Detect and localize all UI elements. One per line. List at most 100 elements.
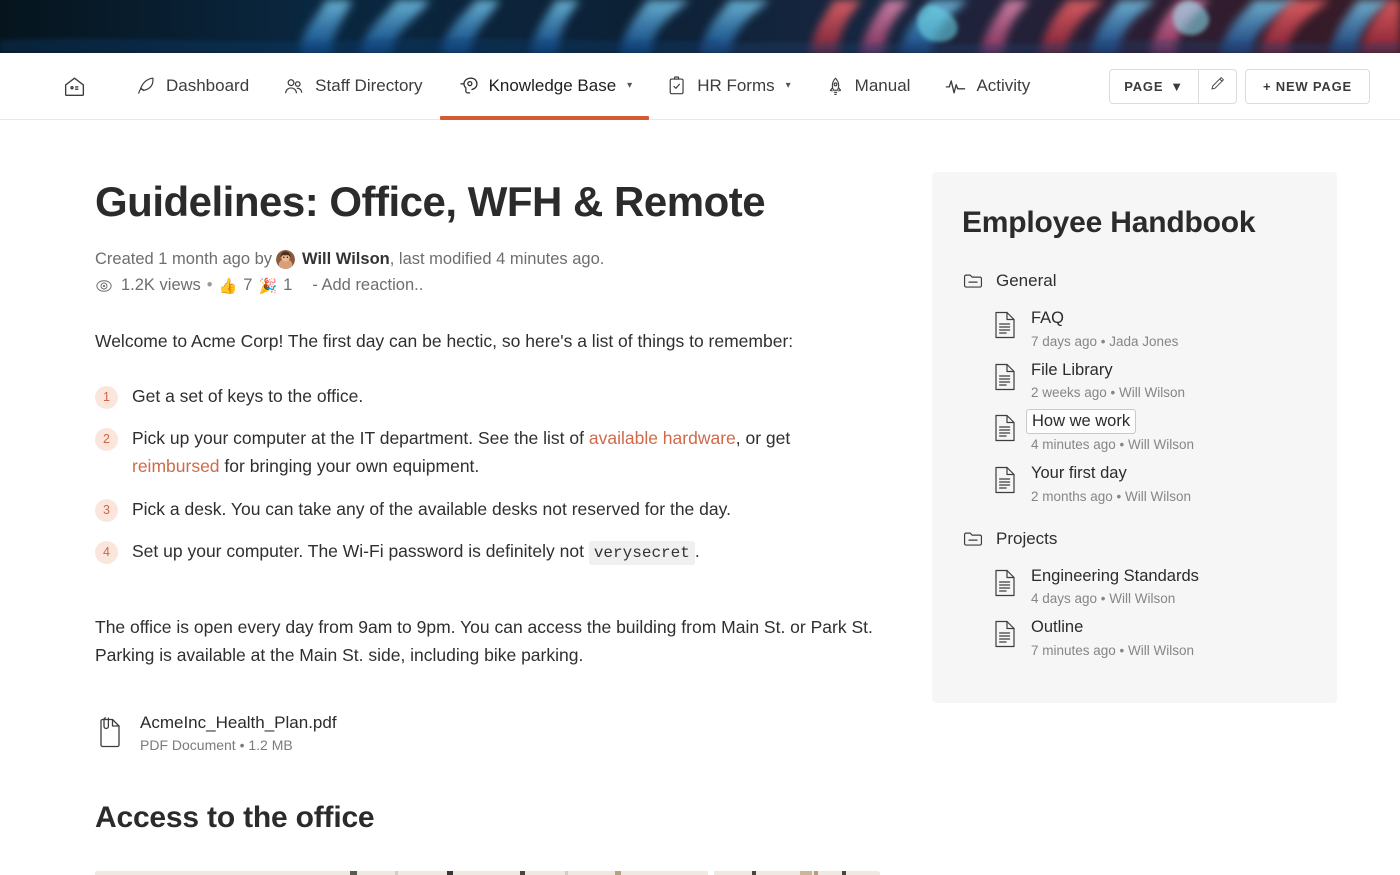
document-info: Outline 7 minutes ago • Will Wilson <box>1031 617 1194 658</box>
folder-label: Projects <box>996 528 1058 548</box>
step-text: Pick up your computer at the IT departme… <box>132 424 877 481</box>
nav-item-manual[interactable]: Manual <box>808 53 928 120</box>
article-stats: 1.2K views • 👍 7 🎉 1 - Add reaction.. <box>95 276 880 295</box>
text-run: Pick up your computer at the IT departme… <box>132 427 589 448</box>
document-name[interactable]: Engineering Standards <box>1031 566 1199 587</box>
page-button-group: PAGE ▼ <box>1109 68 1237 104</box>
page-dropdown-button[interactable]: PAGE ▼ <box>1110 70 1198 103</box>
text-run: for bringing your own equipment. <box>219 456 480 477</box>
document-icon <box>992 568 1018 598</box>
nav-item-activity[interactable]: Activity <box>927 53 1047 120</box>
photo-pendant-lamps-wide[interactable] <box>95 871 708 875</box>
document-row[interactable]: Outline 7 minutes ago • Will Wilson <box>962 617 1305 658</box>
document-info: Engineering Standards 4 days ago • Will W… <box>1031 566 1199 607</box>
step-number-badge: 4 <box>95 540 118 564</box>
author-name[interactable]: Will Wilson <box>302 243 390 275</box>
document-meta: 4 days ago • Will Wilson <box>1031 591 1176 607</box>
inline-code: verysecret <box>588 540 695 565</box>
chevron-down-icon: ▾ <box>627 80 633 91</box>
step-number-badge: 3 <box>95 498 118 522</box>
add-reaction-button[interactable]: - Add reaction.. <box>312 276 423 295</box>
folder-row[interactable]: Projects <box>962 528 1305 550</box>
step-text: Pick a desk. You can take any of the ava… <box>132 495 731 523</box>
clipboard-check-icon <box>666 75 688 97</box>
reaction-party-emoji[interactable]: 🎉 <box>258 277 277 295</box>
attachment-info: AcmeInc_Health_Plan.pdf PDF Document • 1… <box>140 712 337 754</box>
office-hours-paragraph: The office is open every day from 9am to… <box>95 616 873 666</box>
created-prefix: Created 1 month ago by <box>95 250 273 269</box>
document-row[interactable]: File Library 2 weeks ago • Will Wilson <box>962 360 1305 401</box>
attachment-item[interactable]: AcmeInc_Health_Plan.pdf PDF Document • 1… <box>95 712 880 754</box>
document-meta: 2 months ago • Will Wilson <box>1031 488 1192 504</box>
step-number-badge: 1 <box>95 385 118 409</box>
views-eye-icon <box>95 277 113 295</box>
main-navigation-bar: Dashboard Staff Directory Knowledge Base… <box>0 53 1400 120</box>
step-item: 1 Get a set of keys to the office. <box>95 382 880 410</box>
nav-item-knowledge-base[interactable]: Knowledge Base ▾ <box>439 53 650 120</box>
nav-item-home[interactable] <box>62 53 118 120</box>
document-meta: 4 minutes ago • Will Wilson <box>1031 436 1195 452</box>
paperclip-document-icon <box>95 715 125 749</box>
inline-link[interactable]: available hardware <box>589 428 736 448</box>
document-row[interactable]: Engineering Standards 4 days ago • Will W… <box>962 566 1305 607</box>
header-banner-image <box>0 0 1400 53</box>
document-row[interactable]: Your first day 2 months ago • Will Wilson <box>962 463 1305 504</box>
folder-icon <box>962 270 984 292</box>
page-title: Guidelines: Office, WFH & Remote <box>95 178 766 225</box>
sidebar-rail: Employee Handbook General FAQ 7 days ago •… <box>932 120 1337 875</box>
document-name[interactable]: FAQ <box>1031 308 1064 329</box>
folder-icon <box>962 528 984 550</box>
text-run: Pick a desk. You can take any of the ava… <box>132 498 731 519</box>
folder-row[interactable]: General <box>962 270 1305 292</box>
step-text: Set up your computer. The Wi-Fi password… <box>132 537 700 567</box>
article-byline: Created 1 month ago by Will Wilson , las… <box>95 243 880 275</box>
reaction-thumbsup-emoji[interactable]: 👍 <box>219 277 238 295</box>
photo-pendant-lamps-detail[interactable] <box>714 871 880 875</box>
step-text: Get a set of keys to the office. <box>132 382 363 410</box>
photo-gallery <box>95 871 880 875</box>
text-run: . <box>694 540 700 561</box>
rocket-icon <box>825 76 846 97</box>
document-row[interactable]: How we work 4 minutes ago • Will Wilson <box>962 409 1305 452</box>
nav-label-hr-forms: HR Forms <box>697 76 775 95</box>
edit-page-button[interactable] <box>1197 69 1236 103</box>
document-name[interactable]: File Library <box>1031 360 1113 381</box>
inline-link[interactable]: reimbursed <box>132 456 220 476</box>
document-meta: 7 minutes ago • Will Wilson <box>1031 642 1195 658</box>
document-name[interactable]: How we work <box>1026 409 1137 434</box>
separator-dot: • <box>206 276 213 295</box>
quill-pen-icon <box>135 75 157 97</box>
reaction-thumbsup-count: 7 <box>243 276 253 295</box>
document-row[interactable]: FAQ 7 days ago • Jada Jones <box>962 308 1305 349</box>
document-info: How we work 4 minutes ago • Will Wilson <box>1026 409 1195 452</box>
nav-item-staff-directory[interactable]: Staff Directory <box>266 53 439 120</box>
document-info: Your first day 2 months ago • Will Wilson <box>1031 463 1191 504</box>
nav-label-knowledge-base: Knowledge Base <box>488 76 617 95</box>
page-button-label: PAGE <box>1124 78 1164 94</box>
head-idea-icon <box>457 75 480 98</box>
document-name[interactable]: Your first day <box>1031 463 1127 484</box>
section-heading: Access to the office <box>95 801 375 835</box>
new-page-button[interactable]: + NEW PAGE <box>1244 68 1370 104</box>
document-info: FAQ 7 days ago • Jada Jones <box>1031 308 1178 349</box>
step-number-badge: 2 <box>95 427 118 451</box>
modified-suffix: , last modified 4 minutes ago. <box>389 250 605 269</box>
chevron-down-icon: ▾ <box>785 80 791 91</box>
text-run: , or get <box>735 427 791 448</box>
nav-item-hr-forms[interactable]: HR Forms ▾ <box>649 53 807 120</box>
intro-paragraph: Welcome to Acme Corp! The first day can … <box>95 331 794 352</box>
document-icon <box>992 619 1018 649</box>
document-info: File Library 2 weeks ago • Will Wilson <box>1031 360 1185 401</box>
nav-label-activity: Activity <box>976 76 1031 95</box>
nav-label-staff-directory: Staff Directory <box>315 76 423 95</box>
people-icon <box>283 75 306 98</box>
folder-label: General <box>996 271 1057 290</box>
document-name[interactable]: Outline <box>1031 617 1083 638</box>
step-item: 2 Pick up your computer at the IT departm… <box>95 424 880 481</box>
text-run: Set up your computer. The Wi-Fi password… <box>132 540 589 561</box>
nav-actions: PAGE ▼ + NEW PAGE <box>1109 68 1370 104</box>
document-icon <box>992 362 1018 392</box>
steps-list: 1 Get a set of keys to the office. 2 Pick u… <box>95 382 880 567</box>
attachment-filename: AcmeInc_Health_Plan.pdf <box>140 712 337 732</box>
nav-item-dashboard[interactable]: Dashboard <box>118 53 266 120</box>
